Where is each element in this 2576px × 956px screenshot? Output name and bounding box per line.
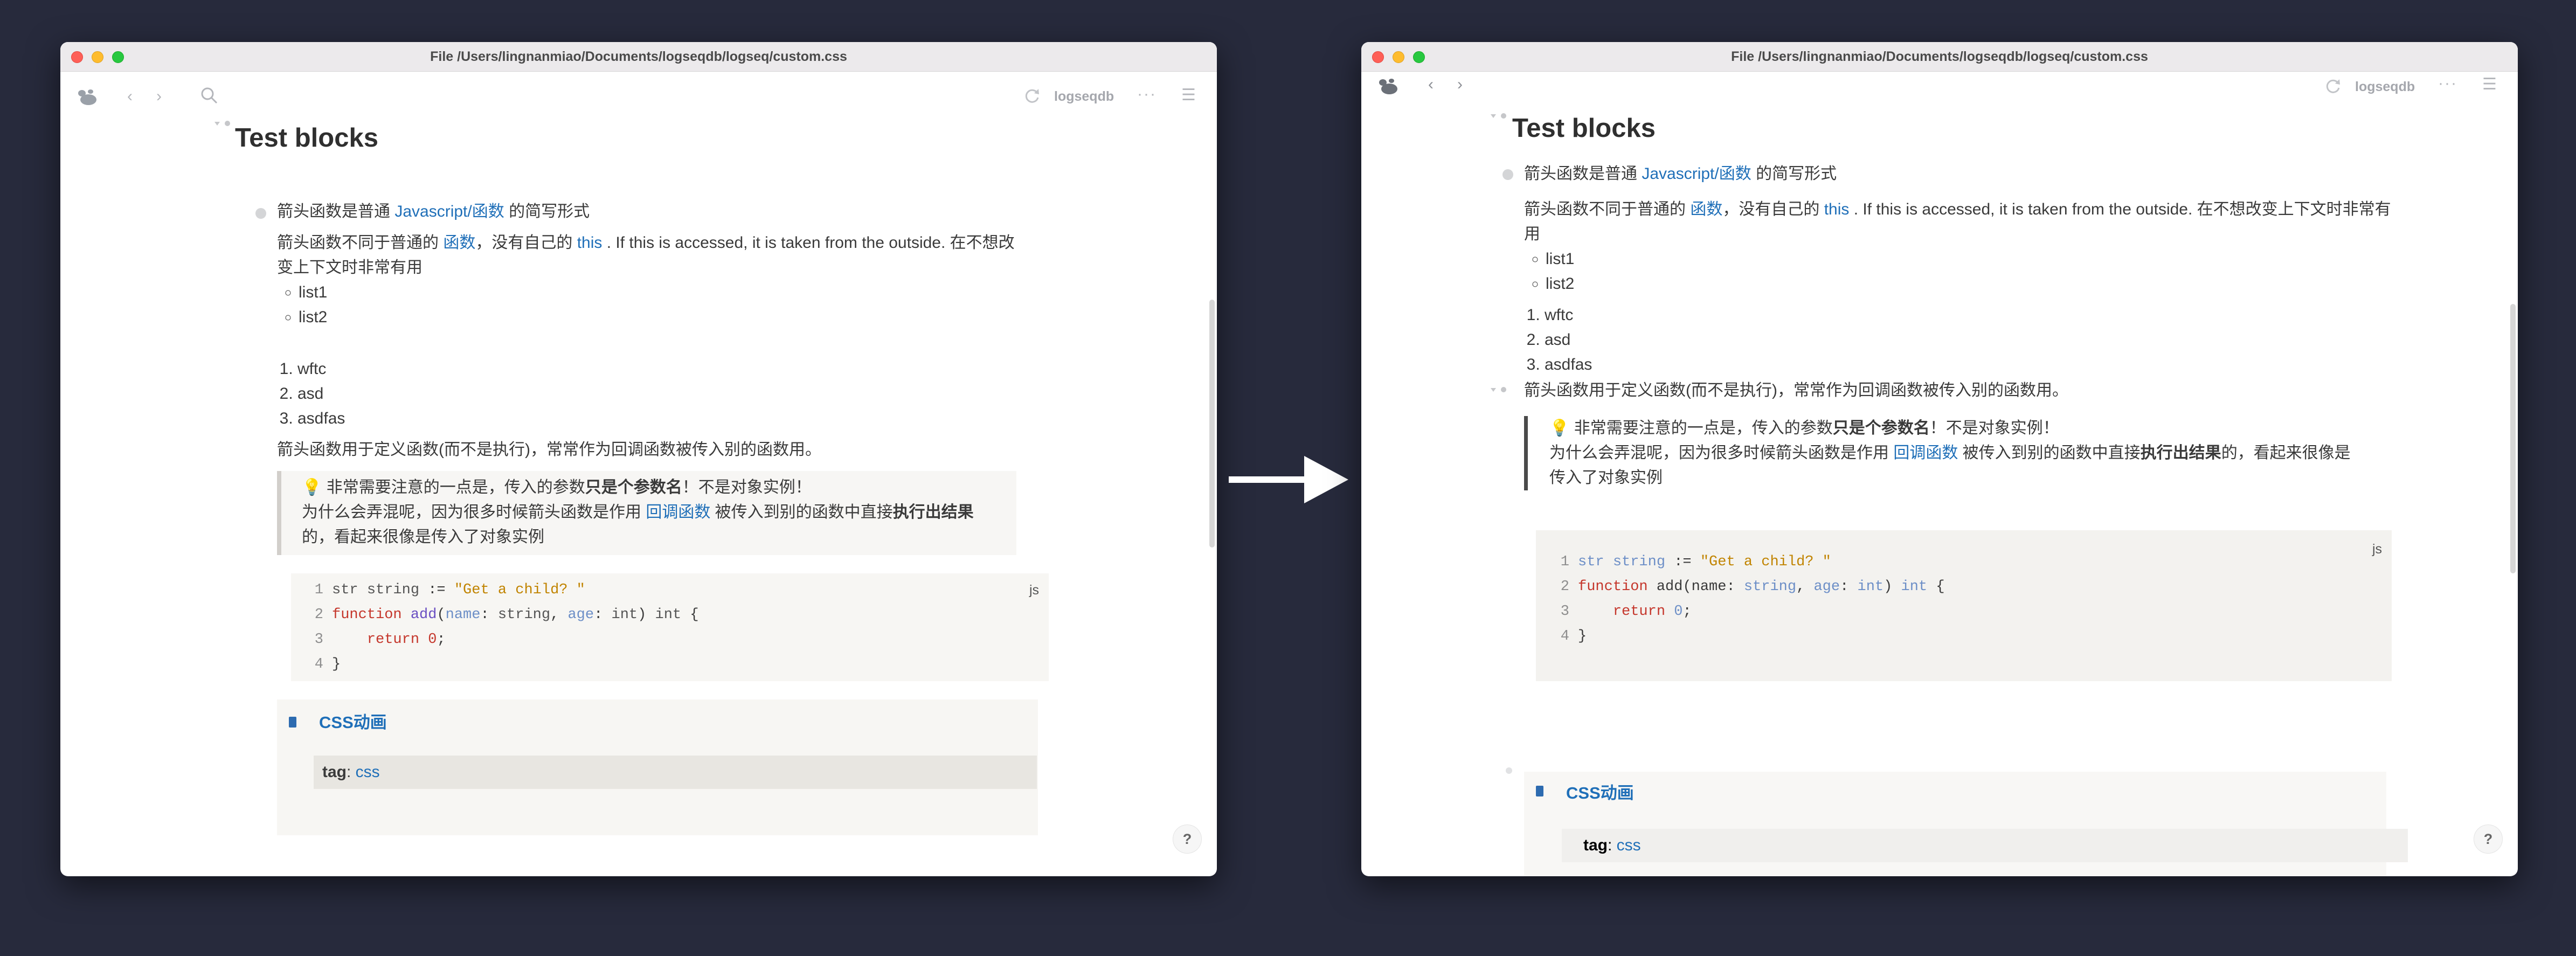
block-arrow-function[interactable]: 箭头函数是普通 Javascript/函数 的简写形式 箭头函数不同于普通的 函… xyxy=(1524,162,2397,377)
tag-link-css[interactable]: css xyxy=(1617,836,1641,854)
page-link-callback[interactable]: 回调函数 xyxy=(646,503,710,521)
code-block[interactable]: js 1 str string := "Get a child? " 2 funct… xyxy=(1536,530,2392,681)
page-content: Test blocks xyxy=(214,115,989,154)
page-property-tag: tag: css xyxy=(1562,829,2408,862)
block-callback-text[interactable]: 箭头函数用于定义函数(而不是执行)，常常作为回调函数被传入别的函数用。 xyxy=(277,438,1064,462)
list-item: list1 xyxy=(1546,247,2397,272)
page-title[interactable]: Test blocks xyxy=(1512,112,2267,144)
page-link-function[interactable]: 函数 xyxy=(443,234,475,252)
collapse-arrow-icon[interactable] xyxy=(1490,386,1509,394)
ordered-list: wftc asd asdfas xyxy=(1524,303,2397,377)
search-icon[interactable] xyxy=(199,86,219,105)
tag-link-css[interactable]: css xyxy=(356,763,380,781)
page-embed[interactable]: CSS动画 tag: css xyxy=(277,699,1038,835)
page-link-callback[interactable]: 回调函数 xyxy=(1893,444,1958,462)
page-link-javascript[interactable]: Javascript/函数 xyxy=(1642,165,1751,183)
chevron-right-icon[interactable]: › xyxy=(1457,74,1463,95)
header-toolbar: ‹ › logseqdb ··· ☰ xyxy=(1361,72,2518,103)
scrollbar[interactable] xyxy=(2510,304,2516,573)
title-bar: File /Users/lingnanmiao/Documents/logseq… xyxy=(60,42,1217,72)
sidebar-menu-icon[interactable]: ☰ xyxy=(1181,85,1196,106)
sidebar-menu-icon[interactable]: ☰ xyxy=(2482,74,2497,95)
block-description: 箭头函数不同于普通的 函数，没有自己的 this . If this is ac… xyxy=(277,234,1015,276)
page-title[interactable]: Test blocks xyxy=(235,122,989,154)
window-title: File /Users/lingnanmiao/Documents/logseq… xyxy=(1731,49,2148,64)
block-text: 箭头函数是普通 Javascript/函数 的简写形式 xyxy=(277,203,590,220)
page-link-javascript[interactable]: Javascript/函数 xyxy=(394,203,504,220)
right-arrow-icon xyxy=(1229,456,1348,503)
logseq-logo-icon[interactable] xyxy=(1377,77,1398,95)
more-dots-icon[interactable]: ··· xyxy=(1137,84,1157,105)
sync-icon[interactable] xyxy=(2324,77,2342,95)
page-embed[interactable]: CSS动画 tag: css xyxy=(1524,772,2408,876)
block-bullet[interactable] xyxy=(255,208,266,219)
list-item: asd xyxy=(1545,328,2397,352)
list-item: asd xyxy=(297,382,1064,406)
help-button[interactable]: ? xyxy=(2474,825,2503,854)
app-window-before: File /Users/lingnanmiao/Documents/logseq… xyxy=(60,42,1217,876)
list-item: asdfas xyxy=(297,406,1064,431)
quote-block[interactable]: 💡 非常需要注意的一点是，传入的参数只是个参数名！不是对象实例！ 为什么会弄混呢… xyxy=(277,471,1016,555)
window-title: File /Users/lingnanmiao/Documents/logseq… xyxy=(430,49,847,64)
collapse-arrow-icon[interactable] xyxy=(1490,112,1509,121)
list-item: list2 xyxy=(1546,272,2397,296)
app-window-after: File /Users/lingnanmiao/Documents/logseq… xyxy=(1361,42,2518,876)
list-item: list1 xyxy=(299,280,1064,305)
block-arrow-function[interactable]: 箭头函数是普通 Javascript/函数 的简写形式 箭头函数不同于普通的 函… xyxy=(277,199,1064,835)
more-dots-icon[interactable]: ··· xyxy=(2438,73,2457,94)
list-item: asdfas xyxy=(1545,352,2397,377)
code-language-label: js xyxy=(1029,583,1039,598)
page-icon xyxy=(289,717,296,728)
code-block[interactable]: js 1 str string := "Get a child? " 2 funct… xyxy=(291,573,1049,681)
collapse-arrow-icon[interactable] xyxy=(213,120,233,128)
chevron-left-icon[interactable]: ‹ xyxy=(127,86,133,107)
list-item: wftc xyxy=(1545,303,2397,328)
block-callback-text: 箭头函数用于定义函数(而不是执行)，常常作为回调函数被传入别的函数用。 xyxy=(1524,382,2068,399)
title-bar: File /Users/lingnanmiao/Documents/logseq… xyxy=(1361,42,2518,72)
list-item: list2 xyxy=(299,305,1064,330)
help-button[interactable]: ? xyxy=(1173,825,1202,854)
chevron-right-icon[interactable]: › xyxy=(156,86,162,107)
chevron-left-icon[interactable]: ‹ xyxy=(1428,74,1434,95)
block-description: 箭头函数不同于普通的 函数，没有自己的 this . If this is ac… xyxy=(1524,200,2391,243)
block-text: 箭头函数是普通 Javascript/函数 的简写形式 xyxy=(1524,165,1837,183)
repo-name[interactable]: logseqdb xyxy=(2355,76,2415,98)
logseq-logo-icon[interactable] xyxy=(77,88,97,106)
block-bullet[interactable] xyxy=(1506,767,1512,774)
page-icon xyxy=(1536,786,1543,796)
repo-name[interactable]: logseqdb xyxy=(1054,86,1114,107)
sync-icon[interactable] xyxy=(1023,87,1041,105)
page-property-tag: tag: css xyxy=(314,756,1037,789)
page-content: Test blocks xyxy=(1491,112,2267,144)
unordered-list: list1 list2 xyxy=(277,280,1064,330)
block-callback[interactable]: 箭头函数用于定义函数(而不是执行)，常常作为回调函数被传入别的函数用。 💡 非常… xyxy=(1524,378,2397,681)
scrollbar[interactable] xyxy=(1209,300,1215,548)
quote-block[interactable]: 💡 非常需要注意的一点是，传入的参数只是个参数名！不是对象实例！ 为什么会弄混呢… xyxy=(1524,416,2376,490)
page-link-this[interactable]: this xyxy=(1824,200,1850,218)
page-link-this[interactable]: this xyxy=(577,234,603,252)
code-language-label: js xyxy=(2372,542,2382,557)
embed-page-title[interactable]: CSS动画 xyxy=(1566,779,1634,803)
ordered-list: wftc asd asdfas xyxy=(277,357,1064,431)
block-bullet[interactable] xyxy=(1502,169,1513,180)
page-link-function[interactable]: 函数 xyxy=(1690,200,1722,218)
embed-page-title[interactable]: CSS动画 xyxy=(319,710,387,735)
unordered-list: list1 list2 xyxy=(1524,247,2397,296)
list-item: wftc xyxy=(297,357,1064,382)
